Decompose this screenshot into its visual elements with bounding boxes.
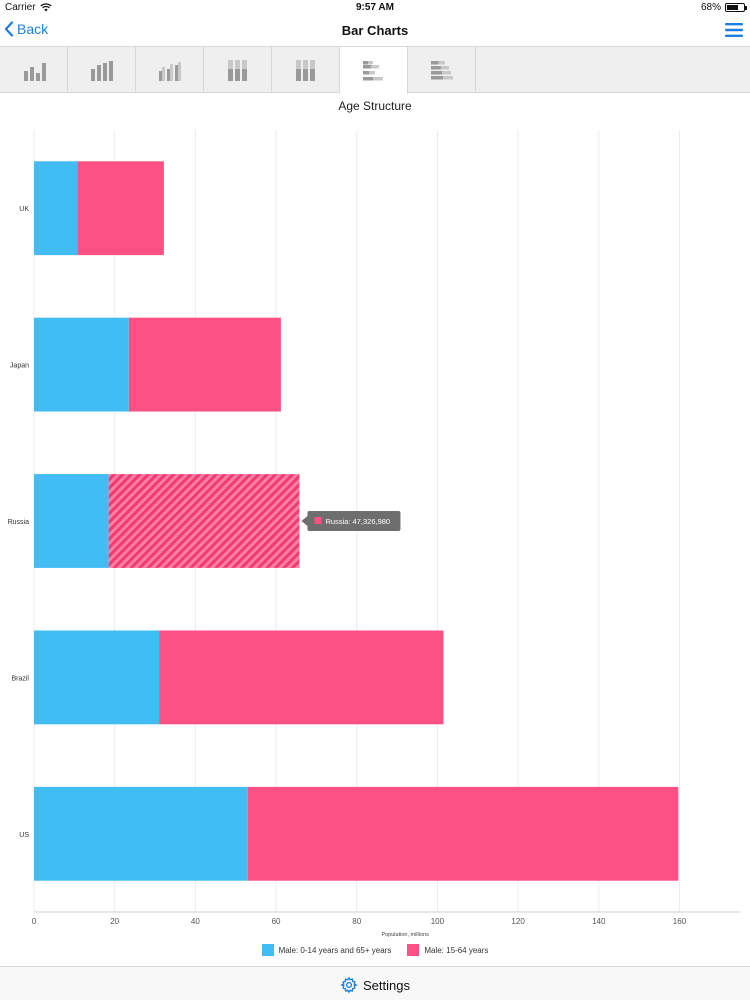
legend-label: Male: 0-14 years and 65+ years bbox=[278, 945, 392, 955]
column-chart-icon bbox=[90, 61, 113, 81]
legend-label: Male: 15-64 years bbox=[424, 945, 489, 955]
y-category-label: UK bbox=[19, 206, 29, 213]
bar-chart: 0 20 40 60 80 100 120 140 160 Population, million… bbox=[8, 130, 740, 938]
y-category-label: Russia bbox=[8, 519, 30, 526]
grouped-column-chart-icon bbox=[158, 62, 181, 81]
column-chart-icon bbox=[23, 63, 46, 81]
bar-japan-series-1[interactable] bbox=[34, 317, 129, 412]
tab-chart-type-7[interactable] bbox=[408, 47, 476, 93]
x-tick-label: 0 bbox=[32, 917, 37, 926]
tab-chart-type-2[interactable] bbox=[68, 47, 136, 93]
tooltip: Russia: 47,326,980 bbox=[301, 511, 401, 531]
x-tick-label: 80 bbox=[352, 917, 361, 926]
hamburger-menu-icon bbox=[725, 23, 743, 37]
tooltip-swatch bbox=[314, 517, 322, 524]
x-axis-title: Population, millions bbox=[381, 932, 429, 938]
tab-chart-type-5[interactable] bbox=[272, 47, 340, 93]
stacked-column-chart-icon bbox=[295, 60, 315, 81]
chart-title: Age Structure bbox=[338, 99, 412, 113]
tooltip-pointer bbox=[301, 516, 308, 526]
tab-chart-type-6[interactable] bbox=[340, 47, 408, 94]
tab-chart-type-3[interactable] bbox=[136, 47, 204, 93]
legend-item-series-b[interactable]: Male: 15-64 years bbox=[407, 944, 488, 956]
x-tick-label: 140 bbox=[592, 917, 606, 926]
page-title: Bar Charts bbox=[341, 23, 409, 38]
bar-brazil-series-1[interactable] bbox=[34, 630, 160, 725]
status-time: 9:57 AM bbox=[356, 2, 394, 13]
status-right: 68% bbox=[700, 2, 747, 13]
legend-swatch bbox=[407, 944, 420, 956]
battery-icon bbox=[725, 3, 747, 12]
gear-icon bbox=[340, 976, 358, 994]
settings-button[interactable]: Settings bbox=[0, 976, 750, 994]
status-bar: Carrier 9:57 AM 68% bbox=[0, 0, 750, 16]
bar-russia-series-2[interactable] bbox=[108, 474, 300, 568]
bar-russia-series-1[interactable] bbox=[34, 474, 109, 568]
settings-label: Settings bbox=[363, 977, 410, 993]
y-category-label: Japan bbox=[10, 363, 29, 370]
x-tick-label: 60 bbox=[272, 917, 281, 926]
tab-chart-type-4[interactable] bbox=[204, 47, 272, 93]
bar-us-series-2[interactable] bbox=[247, 786, 679, 881]
bar-chart-icon bbox=[362, 60, 383, 80]
battery-fill bbox=[727, 5, 738, 10]
bottom-toolbar: Settings bbox=[0, 966, 750, 1000]
chart-legend: Male: 0-14 years and 65+ years Male: 15-… bbox=[0, 944, 750, 956]
x-tick-label: 160 bbox=[673, 917, 687, 926]
bar-brazil-series-2[interactable] bbox=[159, 630, 444, 725]
x-tick-label: 120 bbox=[511, 917, 525, 926]
legend-swatch bbox=[261, 944, 274, 956]
y-category-label: Brazil bbox=[11, 675, 29, 682]
x-tick-label: 100 bbox=[431, 917, 445, 926]
menu-button[interactable] bbox=[724, 21, 744, 39]
bar-uk-series-2[interactable] bbox=[77, 161, 164, 256]
bar-japan-series-2[interactable] bbox=[128, 317, 281, 412]
stacked-column-chart-icon bbox=[227, 60, 247, 81]
x-tick-label: 20 bbox=[110, 917, 119, 926]
tooltip-text: Russia: 47,326,980 bbox=[325, 517, 390, 526]
bar-us-series-1[interactable] bbox=[34, 786, 248, 881]
x-tick-label: 40 bbox=[191, 917, 200, 926]
tab-chart-type-1[interactable] bbox=[0, 47, 68, 93]
battery-percent: 68% bbox=[700, 2, 721, 13]
bar-uk-series-1[interactable] bbox=[34, 161, 78, 256]
stacked-bar-chart-icon bbox=[430, 61, 453, 80]
y-category-label: US bbox=[19, 832, 29, 839]
legend-item-series-a[interactable]: Male: 0-14 years and 65+ years bbox=[261, 944, 392, 956]
navigation-bar: Back Bar Charts bbox=[0, 16, 750, 46]
chart-type-tabs bbox=[0, 46, 750, 94]
